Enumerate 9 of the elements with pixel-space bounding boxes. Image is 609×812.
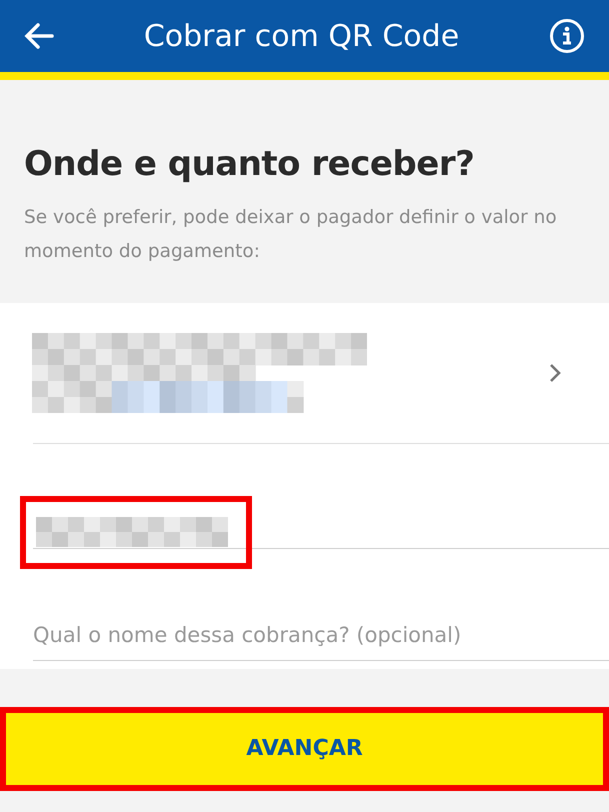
amount-field[interactable]: [20, 496, 252, 569]
advance-button[interactable]: AVANÇAR: [6, 712, 603, 785]
screen-title: Cobrar com QR Code: [144, 18, 460, 56]
charge-name-field[interactable]: Qual o nome dessa cobrança? (opcional): [33, 620, 609, 661]
back-icon[interactable]: [24, 23, 54, 49]
info-icon[interactable]: [549, 18, 585, 54]
chevron-right-icon: [549, 362, 561, 383]
page-heading: Onde e quanto receber?: [24, 144, 476, 185]
intro-text: Se você preferir, pode deixar o pagador definir o valor no momento do pagamento:: [24, 206, 558, 264]
